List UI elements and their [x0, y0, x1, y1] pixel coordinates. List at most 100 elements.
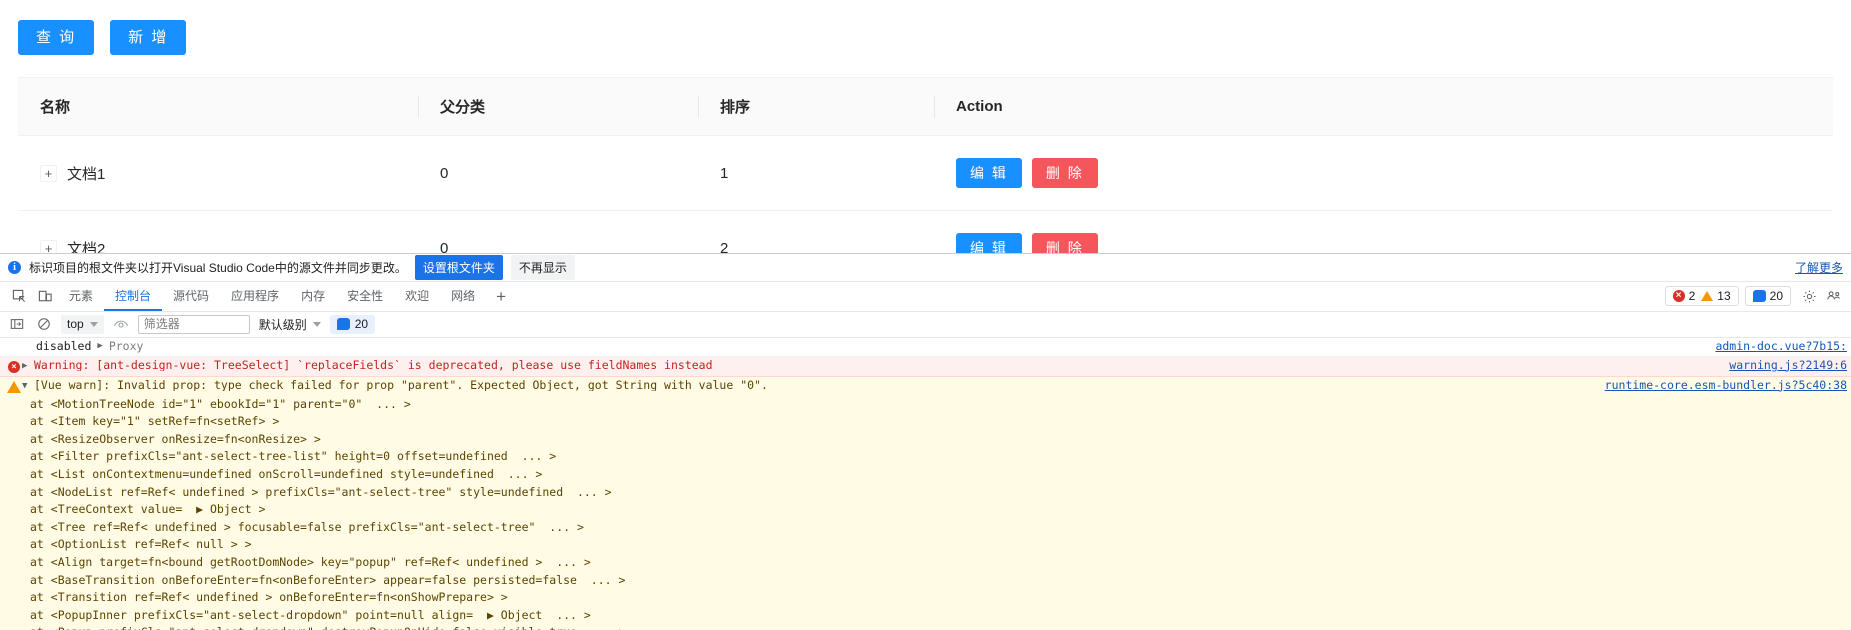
cell-name: + 文档1	[18, 135, 418, 211]
table-header: 名称 父分类 排序 Action	[18, 78, 1833, 136]
column-header-parent: 父分类	[418, 78, 698, 136]
tab-memory[interactable]: 内存	[290, 282, 336, 311]
tab-welcome[interactable]: 欢迎	[394, 282, 440, 311]
devtools-panel: i 标识项目的根文件夹以打开Visual Studio Code中的源文件并同步…	[0, 253, 1851, 630]
info-icon: i	[8, 260, 21, 274]
tab-sources[interactable]: 源代码	[162, 282, 220, 311]
warning-gutter	[6, 380, 22, 393]
infobar-message: 标识项目的根文件夹以打开Visual Studio Code中的源文件并同步更改…	[29, 260, 407, 275]
application-page: 查 询 新 增 名称 父分类 排序 Action + 文档1 0 1 编 辑 删…	[0, 0, 1851, 253]
edit-button[interactable]: 编 辑	[956, 233, 1022, 253]
console-message-error[interactable]: × ▶ Warning: [ant-design-vue: TreeSelect…	[0, 356, 1851, 377]
source-link[interactable]: admin-doc.vue?7b15:	[1715, 340, 1847, 353]
message-counter[interactable]: 20	[1744, 286, 1791, 307]
message-bubble-icon	[336, 318, 350, 331]
stack-line: at <OptionList ref=Ref< null > >	[30, 537, 252, 552]
add-panel-icon[interactable]: +	[486, 288, 516, 305]
error-message-text: Warning: [ant-design-vue: TreeSelect] `r…	[34, 359, 713, 372]
query-button[interactable]: 查 询	[18, 20, 95, 55]
expand-row-icon[interactable]: +	[40, 239, 57, 253]
more-options-icon[interactable]	[1821, 284, 1845, 308]
proxy-log-value: Proxy	[108, 338, 144, 353]
message-counter-inner: 20	[1752, 289, 1783, 304]
error-icon: ×	[1672, 290, 1685, 303]
stack-line: at <Tree ref=Ref< undefined > focusable=…	[30, 519, 584, 534]
source-link[interactable]: warning.js?2149:6	[1729, 359, 1847, 372]
live-expression-eye-icon[interactable]	[111, 314, 131, 334]
column-header-action: Action	[934, 78, 1833, 136]
console-message-log[interactable]: disabled ▶ Proxy admin-doc.vue?7b15:	[0, 337, 1851, 357]
log-level-label: 默认级别	[258, 317, 307, 332]
delete-button[interactable]: 删 除	[1031, 233, 1098, 253]
toggle-device-toolbar-icon[interactable]	[32, 283, 58, 309]
console-sidebar-toggle-icon[interactable]	[7, 314, 27, 334]
cell-sort: 2	[698, 210, 934, 253]
log-level-selector[interactable]: 默认级别	[257, 314, 323, 335]
tab-console[interactable]: 控制台	[104, 282, 163, 311]
stack-line: at <List onContextmenu=undefined onScrol…	[30, 466, 543, 481]
tab-application[interactable]: 应用程序	[220, 282, 290, 311]
devtools-infobar: i 标识项目的根文件夹以打开Visual Studio Code中的源文件并同步…	[0, 254, 1851, 282]
tab-network[interactable]: 网络	[440, 282, 486, 311]
cell-name: + 文档2	[18, 210, 418, 254]
dont-show-again-button[interactable]: 不再显示	[510, 254, 575, 280]
error-icon: ×	[8, 360, 20, 373]
stack-line: at <NodeList ref=Ref< undefined > prefix…	[30, 484, 612, 499]
table-header-row: 名称 父分类 排序 Action	[18, 78, 1833, 136]
warning-count: 13	[1717, 289, 1731, 304]
inspect-element-icon[interactable]	[6, 283, 32, 309]
collapse-message-icon[interactable]: ▼	[22, 380, 34, 391]
console-filter-input[interactable]	[137, 314, 250, 334]
learn-more-link[interactable]: 了解更多	[1795, 259, 1843, 276]
console-toolbar: top 默认级别 20	[0, 311, 1851, 338]
warning-message-text: [Vue warn]: Invalid prop: type check fai…	[34, 379, 768, 392]
execution-context-selector[interactable]: top	[61, 314, 104, 334]
settings-gear-icon[interactable]	[1797, 284, 1821, 308]
expand-row-icon[interactable]: +	[40, 164, 57, 182]
console-message-warning[interactable]: ▼ [Vue warn]: Invalid prop: type check f…	[0, 376, 1851, 396]
stack-line: at <Align target=fn<bound getRootDomNode…	[30, 554, 591, 569]
stack-line: at <Popup prefixCls="ant-select-dropdown…	[0, 624, 1851, 630]
column-header-name: 名称	[18, 78, 418, 136]
cell-action: 编 辑 删 除	[934, 210, 1833, 253]
proxy-log-label: disabled	[36, 338, 92, 353]
issue-counters[interactable]: × 2 13	[1664, 286, 1739, 307]
proxy-log-content: disabled ▶ Proxy	[6, 338, 144, 353]
expand-object-icon[interactable]: ▶	[97, 341, 102, 351]
devtools-tabstrip: 元素 控制台 源代码 应用程序 内存 安全性 欢迎 网络 + × 2 13 20	[0, 281, 1851, 312]
error-counter[interactable]: × 2	[1672, 289, 1695, 303]
table-row: + 文档1 0 1 编 辑 删 除	[18, 135, 1833, 211]
tab-elements[interactable]: 元素	[58, 282, 104, 311]
warning-icon	[1701, 291, 1714, 302]
clear-console-icon[interactable]	[34, 314, 54, 334]
message-count: 20	[1769, 289, 1783, 304]
table-row: + 文档2 0 2 编 辑 删 除	[18, 210, 1833, 254]
console-output[interactable]: disabled ▶ Proxy admin-doc.vue?7b15: × ▶…	[0, 337, 1851, 630]
warning-icon	[7, 380, 21, 393]
stack-line: at <MotionTreeNode id="1" ebookId="1" pa…	[30, 396, 411, 411]
expand-message-icon[interactable]: ▶	[22, 360, 34, 371]
stack-line: at <Filter prefixCls="ant-select-tree-li…	[30, 449, 557, 464]
stack-line: at <ResizeObserver onResize=fn<onResize>…	[30, 431, 321, 446]
stack-line: at <Transition ref=Ref< undefined > onBe…	[30, 590, 508, 605]
delete-button[interactable]: 删 除	[1031, 158, 1098, 188]
console-message-count-badge[interactable]: 20	[329, 314, 376, 334]
edit-button[interactable]: 编 辑	[956, 158, 1022, 188]
cell-sort: 1	[698, 135, 934, 211]
row-name-label: 文档1	[67, 165, 106, 183]
error-gutter: ×	[6, 360, 22, 373]
column-header-sort: 排序	[698, 78, 934, 136]
warning-counter[interactable]: 13	[1701, 289, 1731, 304]
tab-security[interactable]: 安全性	[336, 282, 394, 311]
set-root-folder-button[interactable]: 设置根文件夹	[414, 254, 503, 280]
add-button[interactable]: 新 增	[110, 20, 187, 55]
document-table: 名称 父分类 排序 Action + 文档1 0 1 编 辑 删 除 + 文档2…	[18, 78, 1833, 253]
cell-parent: 0	[418, 210, 698, 253]
chevron-down-icon	[312, 321, 321, 327]
stack-line: at <TreeContext value= ▶ Object >	[30, 502, 266, 517]
source-link[interactable]: runtime-core.esm-bundler.js?5c40:38	[1605, 379, 1847, 392]
execution-context-label: top	[67, 317, 84, 332]
row-name-label: 文档2	[67, 240, 106, 254]
stack-line: at <Item key="1" setRef=fn<setRef> >	[30, 414, 280, 429]
cell-parent: 0	[418, 135, 698, 211]
